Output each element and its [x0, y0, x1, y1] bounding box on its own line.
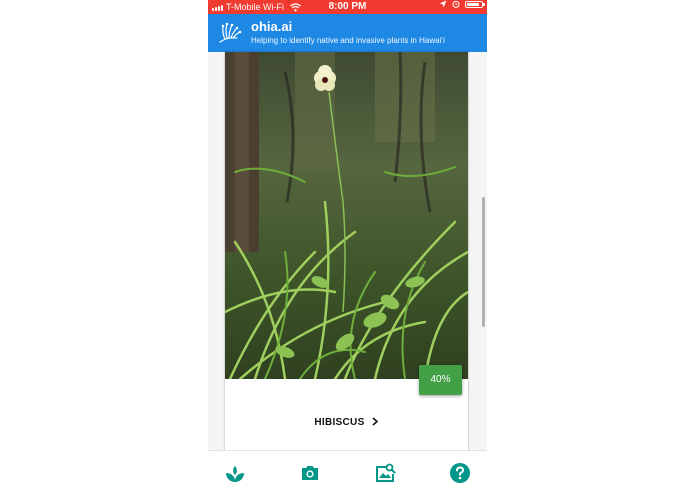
- plant-name-link[interactable]: HIBISCUS: [225, 417, 468, 428]
- plant-photo: [225, 52, 468, 379]
- app-title: ohia.ai: [251, 19, 293, 34]
- bottom-nav: [208, 450, 487, 494]
- app-subtitle: Helping to identify native and invasive …: [251, 36, 445, 45]
- result-card[interactable]: 40% HIBISCUS: [225, 52, 468, 450]
- image-search-icon: [376, 463, 396, 482]
- confidence-badge: 40%: [419, 365, 462, 395]
- location-icon: [439, 0, 447, 8]
- chevron-right-icon: [372, 417, 378, 426]
- phone-screen: T-Mobile Wi-Fi 8:00 PM ohia.ai Helping t…: [208, 0, 487, 494]
- help-icon: [450, 463, 470, 483]
- nav-help-button[interactable]: [448, 461, 472, 485]
- results-list[interactable]: 40% HIBISCUS: [208, 52, 487, 450]
- app-bar: ohia.ai Helping to identify native and i…: [208, 14, 487, 52]
- ohia-logo-icon: [219, 22, 242, 43]
- camera-icon: [302, 466, 318, 480]
- battery-icon: [465, 0, 485, 8]
- scrollbar[interactable]: [482, 197, 485, 327]
- alarm-icon: [452, 0, 460, 8]
- nav-gallery-search-button[interactable]: [373, 461, 397, 485]
- plant-name: HIBISCUS: [314, 417, 365, 428]
- status-bar: T-Mobile Wi-Fi 8:00 PM: [208, 0, 487, 14]
- nav-plants-button[interactable]: [223, 461, 247, 485]
- sprout-icon: [226, 466, 244, 482]
- nav-camera-button[interactable]: [298, 461, 322, 485]
